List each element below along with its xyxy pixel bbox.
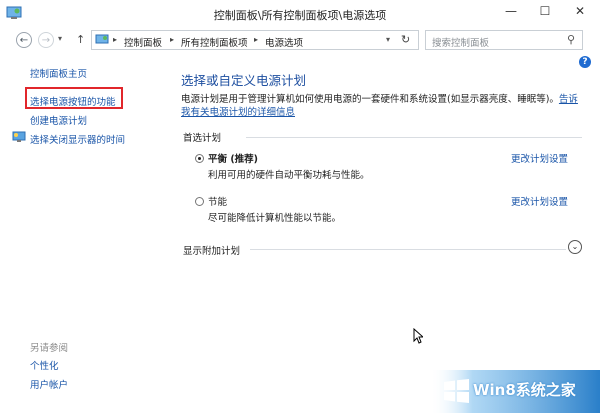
show-additional-plans-label[interactable]: 显示附加计划: [183, 243, 240, 257]
refresh-icon[interactable]: ↻: [401, 33, 410, 46]
search-input[interactable]: 搜索控制面板 ⚲: [425, 30, 583, 50]
recent-locations-icon[interactable]: ▾: [58, 34, 62, 43]
plan-balanced-radio[interactable]: [195, 154, 204, 163]
minimize-button[interactable]: —: [494, 0, 528, 24]
expand-chevron-icon[interactable]: ⌄: [568, 240, 582, 254]
see-also-user-accounts-link[interactable]: 用户帐户: [30, 377, 68, 391]
forward-button[interactable]: →: [38, 32, 54, 48]
breadcrumb-separator-icon[interactable]: ▸: [170, 35, 174, 44]
divider: [250, 249, 566, 250]
sidebar-item-create-plan[interactable]: 创建电源计划: [30, 113, 87, 127]
sidebar-home-link[interactable]: 控制面板主页: [30, 66, 87, 80]
description-text: 电源计划是用于管理计算机如何使用电源的一套硬件和系统设置(如显示器亮度、睡眠等)…: [181, 94, 559, 105]
breadcrumb-all-items[interactable]: 所有控制面板项: [181, 35, 248, 49]
plan-power-saver-description: 尽可能降低计算机性能以节能。: [208, 213, 342, 224]
breadcrumb-power-options[interactable]: 电源选项: [265, 35, 303, 49]
breadcrumb-control-panel[interactable]: 控制面板: [124, 35, 162, 49]
mouse-cursor-icon: [413, 328, 423, 344]
sidebar-item-power-button[interactable]: 选择电源按钮的功能: [30, 94, 116, 108]
plan-power-saver-name[interactable]: 节能: [208, 194, 227, 208]
address-dropdown-icon[interactable]: ▾: [386, 35, 390, 44]
see-also-heading: 另请参阅: [30, 343, 69, 354]
plan-balanced-recommended: (推荐): [227, 154, 259, 165]
back-button[interactable]: ←: [16, 32, 32, 48]
address-bar[interactable]: ▸ 控制面板 ▸ 所有控制面板项 ▸ 电源选项 ▾ ↻: [91, 30, 419, 50]
close-button[interactable]: ✕: [562, 0, 598, 24]
plan-power-saver-radio[interactable]: [195, 197, 204, 206]
page-title: 选择或自定义电源计划: [181, 73, 307, 88]
up-button[interactable]: ↑: [76, 33, 85, 46]
search-icon[interactable]: ⚲: [567, 33, 575, 46]
plan-balanced-change-link[interactable]: 更改计划设置: [511, 151, 568, 165]
divider: [246, 137, 582, 138]
plan-power-saver-change-link[interactable]: 更改计划设置: [511, 194, 568, 208]
plan-balanced-name[interactable]: 平衡 (推荐): [208, 151, 258, 165]
title-bar: 控制面板\所有控制面板项\电源选项 — ☐ ✕: [0, 0, 600, 28]
preferred-plans-heading: 首选计划: [183, 133, 222, 144]
breadcrumb-separator-icon[interactable]: ▸: [254, 35, 258, 44]
search-placeholder: 搜索控制面板: [432, 38, 490, 49]
breadcrumb-separator-icon[interactable]: ▸: [113, 35, 117, 44]
watermark-text: Win8系统之家: [473, 381, 576, 399]
control-panel-icon: [95, 34, 109, 44]
page-description: 电源计划是用于管理计算机如何使用电源的一套硬件和系统设置(如显示器亮度、睡眠等)…: [181, 93, 581, 119]
maximize-button[interactable]: ☐: [528, 0, 562, 24]
monitor-icon: [12, 131, 26, 142]
help-icon[interactable]: ?: [579, 56, 591, 68]
sidebar-item-display-off[interactable]: 选择关闭显示器的时间: [30, 132, 125, 146]
navigation-bar: ← → ▾ ↑ ▸ 控制面板 ▸ 所有控制面板项 ▸ 电源选项 ▾ ↻ 搜索控制…: [0, 28, 600, 52]
plan-balanced-description: 利用可用的硬件自动平衡功耗与性能。: [208, 170, 370, 181]
plan-balanced-label: 平衡: [208, 154, 228, 165]
see-also-personalization-link[interactable]: 个性化: [30, 358, 59, 372]
